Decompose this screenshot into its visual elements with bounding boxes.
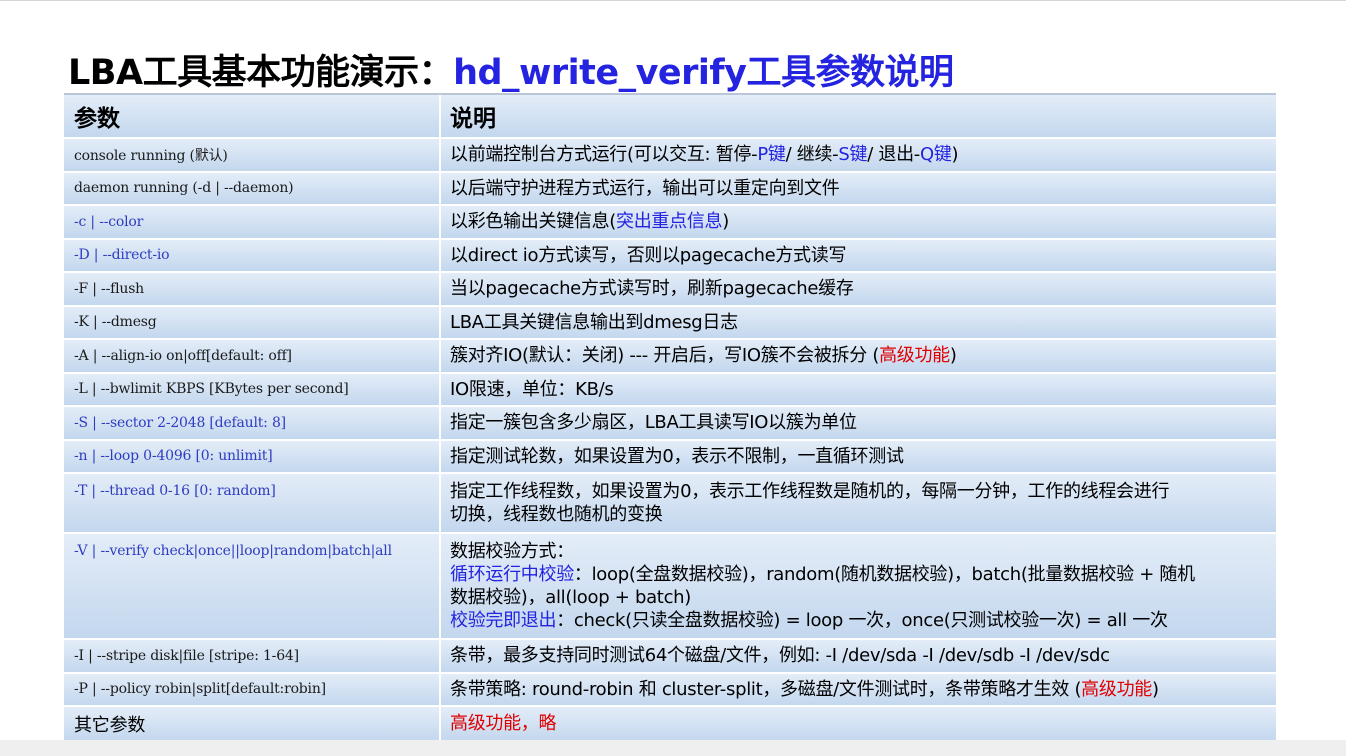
pause-key: P键 [757, 144, 786, 166]
desc-cell: IO限速，单位：KB/s [450, 378, 614, 400]
exit-verify-label: 校验完即退出 [450, 610, 557, 631]
param-cell: 其它参数 [74, 714, 146, 736]
param-cell: -V | --verify check|once||loop|random|ba… [74, 543, 392, 559]
desc-cell: 指定工作线程数，如果设置为0，表示工作线程数是随机的，每隔一分钟，工作的线程会进… [450, 481, 1170, 525]
param-cell: -I | --stripe disk|file [stripe: 1-64] [74, 647, 299, 664]
loop-verify-label: 循环运行中校验 [450, 564, 574, 585]
param-cell: -P | --policy robin|split[default:robin] [74, 681, 326, 698]
title-main: LBA工具基本功能演示： [68, 53, 454, 93]
param-cell: -F | --flush [74, 280, 144, 297]
table-row: console running (默认) 以前端控制台方式运行(可以交互: 暂停… [64, 139, 1276, 173]
desc-cell: 簇对齐IO(默认：关闭) --- 开启后，写IO簇不会被拆分 (高级功能) [450, 345, 957, 367]
table-row: -T | --thread 0-16 [0: random] 指定工作线程数，如… [64, 474, 1276, 534]
desc-cell: 以前端控制台方式运行(可以交互: 暂停- P键 / 继续- S键 / 退出- Q键) [450, 144, 959, 166]
table-row: -n | --loop 0-4096 [0: unlimit] 指定测试轮数，如… [64, 440, 1276, 474]
param-cell: -L | --bwlimit KBPS [KBytes per second] [74, 381, 349, 398]
table-row: -c | --color 以彩色输出关键信息(突出重点信息) [64, 206, 1276, 240]
table-row: -I | --stripe disk|file [stripe: 1-64] 条… [64, 640, 1276, 674]
table-row: -S | --sector 2-2048 [default: 8] 指定一簇包含… [64, 407, 1276, 441]
advanced-tag: 高级功能 [879, 345, 950, 367]
param-cell: -T | --thread 0-16 [0: random] [74, 483, 276, 499]
param-cell: -n | --loop 0-4096 [0: unlimit] [74, 448, 273, 465]
slide-title: LBA工具基本功能演示：hd_write_verify工具参数说明 [68, 44, 954, 95]
table-header-row: 参数 说明 [64, 95, 1276, 139]
table-row: -A | --align-io on|off[default: off] 簇对齐… [64, 340, 1276, 374]
desc-cell: 条带，最多支持同时测试64个磁盘/文件，例如: -I /dev/sda -I /… [450, 645, 1110, 667]
desc-cell: 高级功能，略 [441, 707, 1276, 741]
header-desc: 说明 [450, 106, 496, 132]
param-cell: daemon running (-d | --daemon) [74, 180, 294, 197]
desc-cell: 条带策略: round-robin 和 cluster-split，多磁盘/文件… [450, 678, 1159, 700]
desc-cell: LBA工具关键信息输出到dmesg日志 [450, 311, 738, 333]
param-cell: -K | --dmesg [74, 314, 157, 331]
param-cell: -D | --direct-io [74, 247, 170, 264]
desc-cell: 以后端守护进程方式运行，输出可以重定向到文件 [450, 177, 840, 199]
table-row: -V | --verify check|once||loop|random|ba… [64, 534, 1276, 640]
bottom-bar [0, 740, 1346, 756]
desc-cell: 以彩色输出关键信息(突出重点信息) [450, 211, 729, 233]
slide: LBA工具基本功能演示：hd_write_verify工具参数说明 参数 说明 … [0, 0, 1346, 756]
highlight-text: 突出重点信息 [616, 211, 723, 233]
table-row: daemon running (-d | --daemon) 以后端守护进程方式… [64, 172, 1276, 206]
desc-cell: 数据校验方式： 循环运行中校验：loop(全盘数据校验)，random(随机数据… [450, 541, 1195, 631]
table-row: -D | --direct-io 以direct io方式读写，否则以pagec… [64, 239, 1276, 273]
table-row: -P | --policy robin|split[default:robin]… [64, 673, 1276, 707]
resume-key: S键 [838, 144, 868, 166]
desc-cell: 以direct io方式读写，否则以pagecache方式读写 [450, 244, 847, 266]
top-divider [0, 0, 1346, 1]
param-cell: -c | --color [74, 213, 144, 230]
table-row: -K | --dmesg LBA工具关键信息输出到dmesg日志 [64, 306, 1276, 340]
param-cell: console running (默认) [74, 147, 228, 164]
param-cell: -A | --align-io on|off[default: off] [74, 347, 292, 364]
title-accent: hd_write_verify工具参数说明 [453, 53, 954, 93]
table-row: 其它参数 高级功能，略 [64, 707, 1276, 741]
table-row: -L | --bwlimit KBPS [KBytes per second] … [64, 373, 1276, 407]
advanced-tag: 高级功能 [1081, 678, 1152, 700]
desc-cell: 指定一簇包含多少扇区，LBA工具读写IO以簇为单位 [450, 412, 857, 434]
quit-key: Q键 [919, 144, 952, 166]
desc-cell: 当以pagecache方式读写时，刷新pagecache缓存 [450, 278, 854, 300]
desc-cell: 指定测试轮数，如果设置为0，表示不限制，一直循环测试 [450, 445, 904, 467]
header-param: 参数 [64, 95, 441, 137]
advanced-omitted: 高级功能，略 [450, 713, 557, 735]
table-row: -F | --flush 当以pagecache方式读写时，刷新pagecach… [64, 273, 1276, 307]
parameter-table: 参数 说明 console running (默认) 以前端控制台方式运行(可以… [64, 93, 1276, 741]
param-cell: -S | --sector 2-2048 [default: 8] [74, 414, 286, 431]
